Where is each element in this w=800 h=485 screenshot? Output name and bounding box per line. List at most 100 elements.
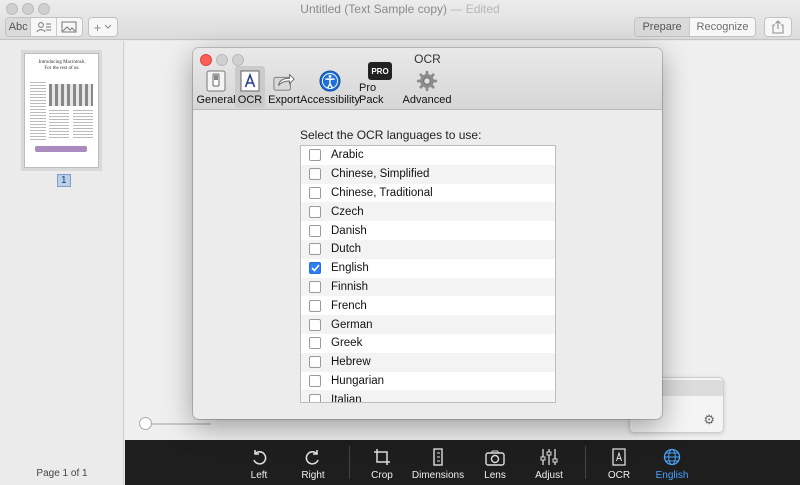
tab-pro-pack[interactable]: PRO Pro Pack [359,62,401,108]
language-row[interactable]: French [301,296,555,315]
page-sidebar: Introducing Macintosh. For the rest of u… [0,41,124,485]
adjust-button[interactable]: Adjust [529,440,569,485]
language-checkbox[interactable] [309,205,321,218]
plus-icon: + [93,19,102,35]
language-name: Dutch [331,243,362,256]
language-checkbox[interactable] [309,186,321,199]
language-name: Hebrew [331,356,371,369]
rotate-left-icon [253,450,267,465]
language-checkbox[interactable] [309,280,321,293]
text-view-button[interactable]: Abc [6,18,32,36]
thumbnail-text-column [73,110,93,140]
ocr-language-list[interactable]: Arabic Chinese, Simplified Chinese, Trad… [300,145,556,403]
rotate-left-button[interactable]: Left [240,440,278,485]
language-row[interactable]: Danish [301,221,555,240]
text-view-label: Abc [8,21,28,33]
language-name: Chinese, Simplified [331,168,430,181]
document-title: Untitled (Text Sample copy) [300,2,448,16]
dimensions-button[interactable]: Dimensions [411,440,465,485]
sliders-icon [540,449,558,465]
language-row[interactable]: Czech [301,202,555,222]
language-name: German [331,318,373,331]
language-row[interactable]: Dutch [301,239,555,259]
add-menu-button[interactable]: + [88,17,118,37]
language-row[interactable]: Greek [301,334,555,353]
language-name: French [331,299,367,312]
contact-view-button[interactable] [31,18,57,36]
tab-pro-pack-label: Pro Pack [359,82,384,106]
rotate-right-button[interactable]: Right [293,440,333,485]
language-row[interactable]: Hebrew [301,352,555,372]
language-checkbox[interactable] [309,224,321,237]
zoom-slider-track[interactable] [147,423,211,425]
page-thumbnail[interactable]: Introducing Macintosh. For the rest of u… [24,53,99,168]
tab-general[interactable]: General [196,66,236,108]
dialog-title: OCR [414,52,441,66]
language-checkbox[interactable] [309,337,321,350]
image-view-button[interactable] [57,18,82,36]
thumbnail-photo [49,84,93,106]
rotate-right-label: Right [301,470,325,481]
contact-card-icon [36,22,51,33]
language-row[interactable]: Chinese, Simplified [301,164,555,184]
tab-ocr[interactable]: OCR [235,66,265,108]
language-checkbox[interactable] [309,168,321,181]
crop-icon [374,449,390,465]
prepare-button[interactable]: Prepare [635,18,691,36]
ocr-button[interactable]: OCR [601,440,637,485]
thumbnail-heading: Introducing Macintosh. For the rest of u… [31,60,93,72]
language-checkbox[interactable] [309,299,321,312]
language-row[interactable]: Finnish [301,277,555,297]
toolbar-divider [585,446,586,479]
dimensions-icon [433,448,443,466]
page-number-badge: 1 [57,174,71,187]
thumbnail-text-column [30,82,46,140]
language-row[interactable]: Arabic [301,146,555,165]
thumbnail-text-column [49,110,69,140]
switch-icon [205,70,227,92]
language-row[interactable]: German [301,315,555,334]
language-row[interactable]: Chinese, Traditional [301,184,555,203]
language-name: Finnish [331,280,369,293]
tab-export[interactable]: Export [267,66,301,108]
language-checkbox[interactable] [309,243,321,256]
share-button[interactable] [764,17,792,37]
rotate-left-label: Left [250,470,268,481]
language-checkbox[interactable] [309,374,321,387]
language-row[interactable]: Hungarian [301,372,555,391]
lens-button[interactable]: Lens [477,440,513,485]
accessibility-icon [319,70,341,92]
tab-accessibility[interactable]: Accessibility [300,66,360,108]
checkmark-icon [310,264,320,272]
language-checkbox[interactable] [309,393,321,402]
language-checkbox[interactable] [309,318,321,331]
language-row[interactable]: Italian [301,390,555,402]
thumbnail-product-image [35,146,87,152]
tab-ocr-label: OCR [237,94,263,106]
zoom-slider-knob[interactable] [139,417,152,430]
ocr-label: OCR [607,470,631,481]
english-language-button[interactable]: English [651,440,693,485]
language-name: Czech [331,205,364,218]
export-icon [273,70,295,92]
crop-button[interactable]: Crop [363,440,401,485]
gear-icon[interactable]: ⚙ [703,412,715,428]
page-count-label: Page 1 of 1 [36,468,88,479]
crop-label: Crop [371,470,393,481]
language-checkbox[interactable] [309,149,321,162]
view-mode-segmented: Abc [5,17,83,37]
chevron-down-icon [104,24,112,29]
english-language-label: English [655,470,689,481]
gear-icon [416,70,438,92]
language-checkbox[interactable] [309,262,321,275]
text-a-icon [239,70,261,92]
tab-export-label: Export [268,94,300,106]
prepare-label: Prepare [642,21,682,33]
recognize-button[interactable]: Recognize [690,18,755,36]
language-checkbox[interactable] [309,356,321,369]
tab-advanced[interactable]: Advanced [403,66,451,108]
language-row[interactable]: English [301,259,555,278]
bottom-toolbar: Left Right Crop Dimensions Lens Adjust O… [125,440,800,485]
language-prompt: Select the OCR languages to use: [300,128,482,142]
adjust-label: Adjust [535,470,563,481]
